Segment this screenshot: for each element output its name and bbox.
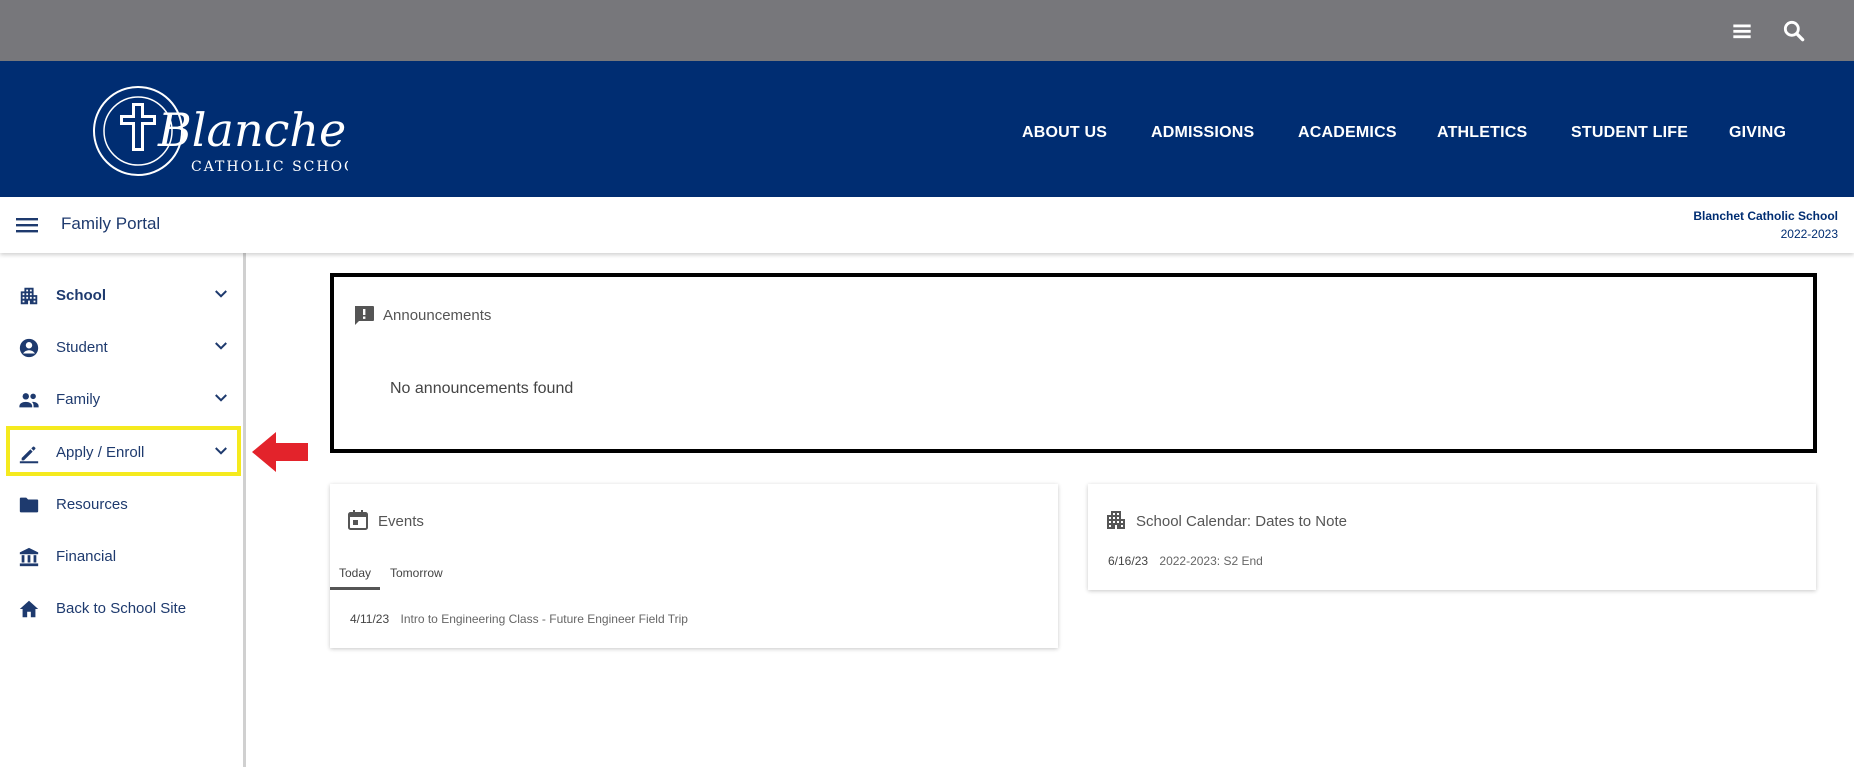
chevron-down-icon[interactable]: [212, 285, 230, 303]
pencil-icon: [18, 442, 40, 464]
event-item[interactable]: 4/11/23 Intro to Engineering Class - Fut…: [350, 612, 688, 626]
sidebar-toggle-icon[interactable]: [14, 214, 40, 236]
red-arrow-icon: [250, 430, 310, 474]
announcements-card: Announcements No announcements found: [330, 273, 1817, 453]
sidebar-item-label: Financial: [56, 548, 117, 565]
sidebar-item-label: Student: [56, 339, 108, 356]
announcements-empty-message: No announcements found: [390, 380, 574, 397]
chevron-down-icon[interactable]: [212, 389, 230, 407]
building-icon: [18, 285, 40, 307]
tab-today[interactable]: Today: [330, 562, 380, 590]
sidebar-item-school[interactable]: School: [0, 271, 243, 321]
bank-icon: [18, 546, 40, 568]
announcements-title: Announcements: [383, 307, 492, 324]
announcement-icon: [352, 303, 376, 327]
events-card: Events Today Tomorrow 4/11/23 Intro to E…: [330, 484, 1058, 648]
tab-tomorrow[interactable]: Tomorrow: [390, 562, 450, 590]
account-circle-icon: [18, 337, 40, 359]
calendar-date: 6/16/23: [1108, 554, 1149, 568]
event-text: Intro to Engineering Class - Future Engi…: [400, 612, 688, 626]
chevron-down-icon[interactable]: [212, 337, 230, 355]
sidebar-item-apply-enroll[interactable]: Apply / Enroll: [0, 428, 243, 478]
site-header: Blanchet CATHOLIC SCHOOL ABOUT US ADMISS…: [0, 61, 1854, 197]
calendar-text: 2022-2023: S2 End: [1159, 554, 1263, 568]
home-icon: [18, 598, 40, 620]
sidebar-item-label: School: [56, 287, 107, 304]
sidebar-item-label: Family: [56, 391, 101, 408]
nav-athletics[interactable]: ATHLETICS: [1437, 124, 1527, 142]
calendar-icon: [346, 508, 370, 532]
sidebar-item-label: Resources: [56, 496, 128, 513]
sidebar-item-resources[interactable]: Resources: [0, 480, 243, 530]
chevron-down-icon[interactable]: [212, 442, 230, 460]
logo-subtext: CATHOLIC SCHOOL: [191, 159, 348, 175]
utility-bar: [0, 0, 1854, 61]
nav-giving[interactable]: GIVING: [1729, 124, 1786, 142]
school-calendar-card: School Calendar: Dates to Note 6/16/23 2…: [1088, 484, 1816, 590]
sidebar-item-financial[interactable]: Financial: [0, 532, 243, 582]
calendar-item[interactable]: 6/16/23 2022-2023: S2 End: [1108, 554, 1263, 568]
nav-academics[interactable]: ACADEMICS: [1298, 124, 1397, 142]
nav-about-us[interactable]: ABOUT US: [1022, 124, 1107, 142]
search-icon[interactable]: [1781, 18, 1807, 44]
sidebar-item-label: Back to School Site: [56, 600, 187, 617]
sidebar-item-back-to-school-site[interactable]: Back to School Site: [0, 584, 243, 634]
nav-admissions[interactable]: ADMISSIONS: [1151, 124, 1254, 142]
people-icon: [18, 389, 40, 411]
school-year: 2022-2023: [1780, 227, 1838, 241]
school-logo[interactable]: Blanchet CATHOLIC SCHOOL: [88, 81, 348, 181]
events-title: Events: [378, 513, 424, 530]
page-title: Family Portal: [61, 214, 161, 233]
sidebar: School Student Family Apply / Enroll Res…: [0, 253, 246, 767]
event-date: 4/11/23: [350, 612, 390, 626]
building-icon: [1104, 508, 1128, 532]
portal-bar: Family Portal Blanchet Catholic School 2…: [0, 197, 1854, 253]
school-name: Blanchet Catholic School: [1693, 209, 1838, 223]
school-calendar-title: School Calendar: Dates to Note: [1136, 513, 1347, 530]
sidebar-item-family[interactable]: Family: [0, 375, 243, 425]
nav-student-life[interactable]: STUDENT LIFE: [1571, 124, 1688, 142]
sidebar-item-label: Apply / Enroll: [56, 444, 145, 461]
sidebar-item-student[interactable]: Student: [0, 323, 243, 373]
hamburger-menu-icon[interactable]: [1729, 18, 1755, 44]
folder-icon: [18, 494, 40, 516]
logo-wordmark: Blanchet: [157, 103, 348, 157]
